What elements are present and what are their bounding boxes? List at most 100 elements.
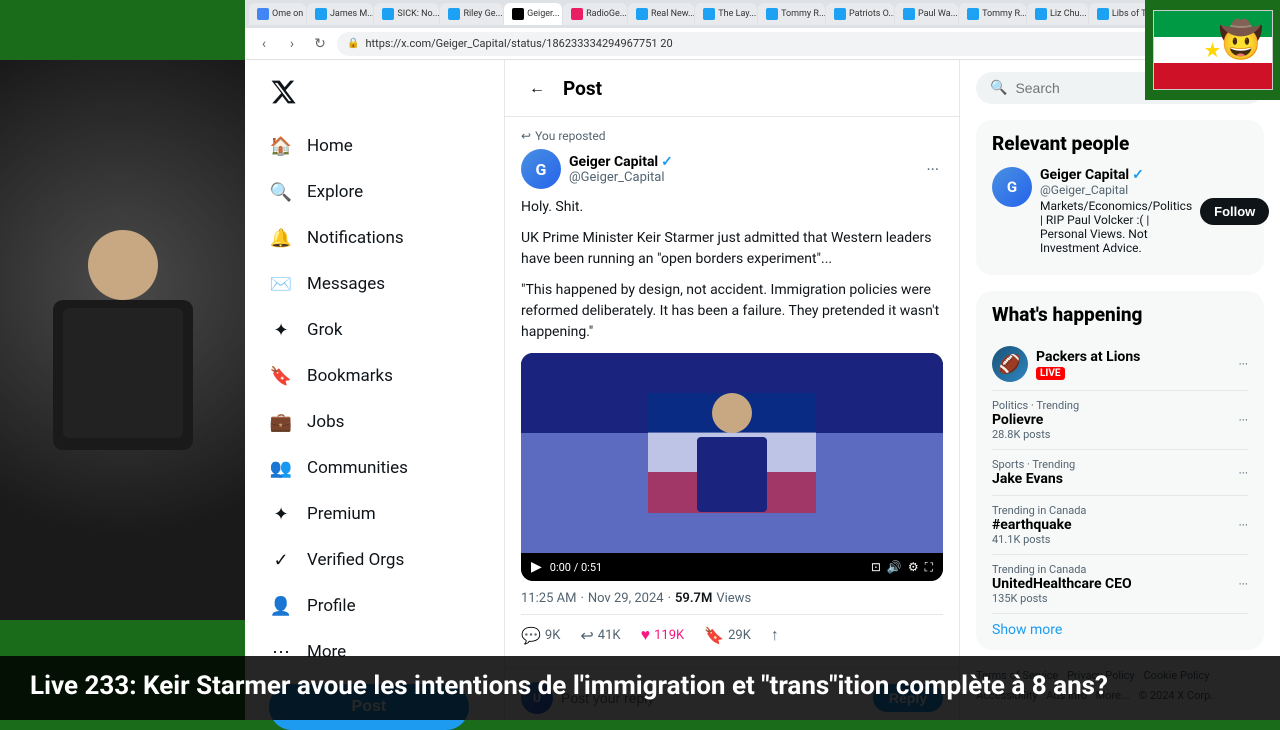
tab-7[interactable]: Real New... × <box>628 3 694 25</box>
post-text-2: UK Prime Minister Keir Starmer just admi… <box>521 228 943 270</box>
comment-action[interactable]: 💬 9K <box>521 625 560 645</box>
sidebar-item-home[interactable]: 🏠 Home <box>257 124 492 168</box>
earthquake-more-icon[interactable]: ··· <box>1239 518 1248 532</box>
video-player[interactable]: ▶ 0:00 / 0:51 ⊡ 🔊 ⚙ ⛶ <box>521 353 943 581</box>
follow-button[interactable]: Follow <box>1200 198 1269 225</box>
tab-6[interactable]: RadioGe... × <box>563 3 627 25</box>
sidebar-item-messages[interactable]: ✉️ Messages <box>257 262 492 306</box>
settings-icon[interactable]: ⚙ <box>908 560 919 575</box>
post-actions: 💬 9K ↩ 41K ♥ 119K 🔖 29K ↑ <box>521 614 943 655</box>
like-action[interactable]: ♥ 119K <box>641 625 685 645</box>
tab-8[interactable]: The Lay... × <box>695 3 757 25</box>
back-to-timeline-button[interactable]: ← <box>521 72 553 104</box>
sports-name: Packers at Lions <box>1036 349 1140 365</box>
explore-icon: 🔍 <box>269 180 293 204</box>
jake-evans-more-icon[interactable]: ··· <box>1239 466 1248 480</box>
trend-item-jake-evans[interactable]: Sports · Trending Jake Evans ··· <box>992 450 1248 496</box>
tab-14[interactable]: Libs of T... × <box>1089 3 1153 25</box>
relevant-person-avatar[interactable]: G <box>992 167 1032 207</box>
sidebar-item-grok[interactable]: ✦ Grok <box>257 308 492 352</box>
back-button[interactable]: ‹ <box>253 33 275 55</box>
volume-icon[interactable]: 🔊 <box>887 560 902 575</box>
stream-person <box>0 60 245 620</box>
heart-icon: ♥ <box>641 625 651 645</box>
earthquake-name: #earthquake <box>992 517 1239 533</box>
earthquake-category: Trending in Canada <box>992 504 1239 517</box>
sidebar-item-bookmarks-label: Bookmarks <box>307 366 393 386</box>
video-icon-1[interactable]: ⊡ <box>871 560 881 575</box>
sidebar-item-jobs[interactable]: 💼 Jobs <box>257 400 492 444</box>
post-options-button[interactable]: ··· <box>922 156 943 183</box>
relevant-people-section: Relevant people G Geiger Capital ✓ @Geig… <box>976 120 1264 275</box>
sports-more-icon[interactable]: ··· <box>1239 357 1248 371</box>
show-more-link[interactable]: Show more <box>992 622 1248 638</box>
profile-icon: 👤 <box>269 594 293 618</box>
author-info: G Geiger Capital ✓ @Geiger_Capital <box>521 149 673 189</box>
share-action[interactable]: ↑ <box>771 625 779 645</box>
author-details: Geiger Capital ✓ @Geiger_Capital <box>569 154 673 185</box>
whats-happening-section: What's happening 🏈 Packers at Lions LIVE… <box>976 291 1264 650</box>
play-button[interactable]: ▶ <box>531 559 542 575</box>
verified-badge: ✓ <box>661 154 673 170</box>
tab-4[interactable]: Riley Ge... × <box>440 3 503 25</box>
sidebar-item-premium-label: Premium <box>307 504 376 524</box>
reload-button[interactable]: ↻ <box>309 33 331 55</box>
tab-12[interactable]: Tommy R... × <box>959 3 1026 25</box>
tab-11[interactable]: Paul Wa... × <box>895 3 958 25</box>
retweet-icon: ↩ <box>580 626 593 645</box>
stream-preview-panel <box>0 60 245 620</box>
author-row: G Geiger Capital ✓ @Geiger_Capital ··· <box>521 149 943 189</box>
relevant-person-info: Geiger Capital ✓ @Geiger_Capital Markets… <box>1040 167 1192 255</box>
fullscreen-icon[interactable]: ⛶ <box>925 560 933 575</box>
browser-chrome: Ome on × James M... × SICK: No... × Rile… <box>245 0 1280 60</box>
x-logo[interactable] <box>257 70 492 118</box>
communities-icon: 👥 <box>269 456 293 480</box>
tab-13[interactable]: Liz Chu... × <box>1027 3 1088 25</box>
tab-3[interactable]: SICK: No... × <box>374 3 439 25</box>
tab-1[interactable]: Ome on × <box>249 3 306 25</box>
avatar[interactable]: G <box>521 149 561 189</box>
retweet-action[interactable]: ↩ 41K <box>580 625 620 645</box>
trend-item-sports[interactable]: 🏈 Packers at Lions LIVE ··· <box>992 338 1248 391</box>
search-icon: 🔍 <box>990 80 1007 96</box>
jake-evans-category: Sports · Trending <box>992 458 1239 471</box>
uhc-count: 135K posts <box>992 592 1239 605</box>
uhc-name: UnitedHealthcare CEO <box>992 576 1239 592</box>
forward-button[interactable]: › <box>281 33 303 55</box>
nav-bar: ‹ › ↻ 🔒 https://x.com/Geiger_Capital/sta… <box>245 28 1280 60</box>
polievre-more-icon[interactable]: ··· <box>1239 413 1248 427</box>
sidebar-item-bookmarks[interactable]: 🔖 Bookmarks <box>257 354 492 398</box>
share-icon: ↑ <box>771 625 779 645</box>
video-controls[interactable]: ▶ 0:00 / 0:51 ⊡ 🔊 ⚙ ⛶ <box>521 553 943 581</box>
verified-orgs-icon: ✓ <box>269 548 293 572</box>
sidebar-item-communities[interactable]: 👥 Communities <box>257 446 492 490</box>
tab-5-active[interactable]: Geiger... × <box>504 3 562 25</box>
tab-10[interactable]: Patriots O... × <box>826 3 894 25</box>
post-body: ↩ You reposted G Geiger Capital ✓ @Geige… <box>505 117 959 668</box>
trend-item-uhc[interactable]: Trending in Canada UnitedHealthcare CEO … <box>992 555 1248 614</box>
tab-9[interactable]: Tommy R... × <box>758 3 825 25</box>
jake-evans-name: Jake Evans <box>992 471 1239 487</box>
sidebar-item-verified-orgs[interactable]: ✓ Verified Orgs <box>257 538 492 582</box>
sidebar-item-profile[interactable]: 👤 Profile <box>257 584 492 628</box>
sports-row: 🏈 Packers at Lions LIVE <box>992 346 1140 382</box>
video-time: 0:00 / 0:51 <box>550 561 863 574</box>
sidebar-item-grok-label: Grok <box>307 320 343 340</box>
relevant-person-handle: @Geiger_Capital <box>1040 183 1192 197</box>
url-text: https://x.com/Geiger_Capital/status/1862… <box>365 37 672 50</box>
sidebar-item-notifications[interactable]: 🔔 Notifications <box>257 216 492 260</box>
post-text-1: Holy. Shit. <box>521 197 943 218</box>
uhc-more-icon[interactable]: ··· <box>1239 577 1248 591</box>
url-bar[interactable]: 🔒 https://x.com/Geiger_Capital/status/18… <box>337 32 1220 56</box>
repost-icon: ↩ <box>521 129 531 143</box>
trend-item-earthquake[interactable]: Trending in Canada #earthquake 41.1K pos… <box>992 496 1248 555</box>
sidebar-item-explore[interactable]: 🔍 Explore <box>257 170 492 214</box>
flag-figure: 🤠 <box>1219 19 1264 61</box>
sidebar-item-notifications-label: Notifications <box>307 228 404 248</box>
relevant-people-title: Relevant people <box>992 132 1248 155</box>
trend-item-polievre[interactable]: Politics · Trending Polievre 28.8K posts… <box>992 391 1248 450</box>
tab-2[interactable]: James M... × <box>307 3 373 25</box>
sidebar-item-premium[interactable]: ✦ Premium <box>257 492 492 536</box>
author-handle: @Geiger_Capital <box>569 170 673 185</box>
bookmark-action[interactable]: 🔖 29K <box>704 625 751 645</box>
